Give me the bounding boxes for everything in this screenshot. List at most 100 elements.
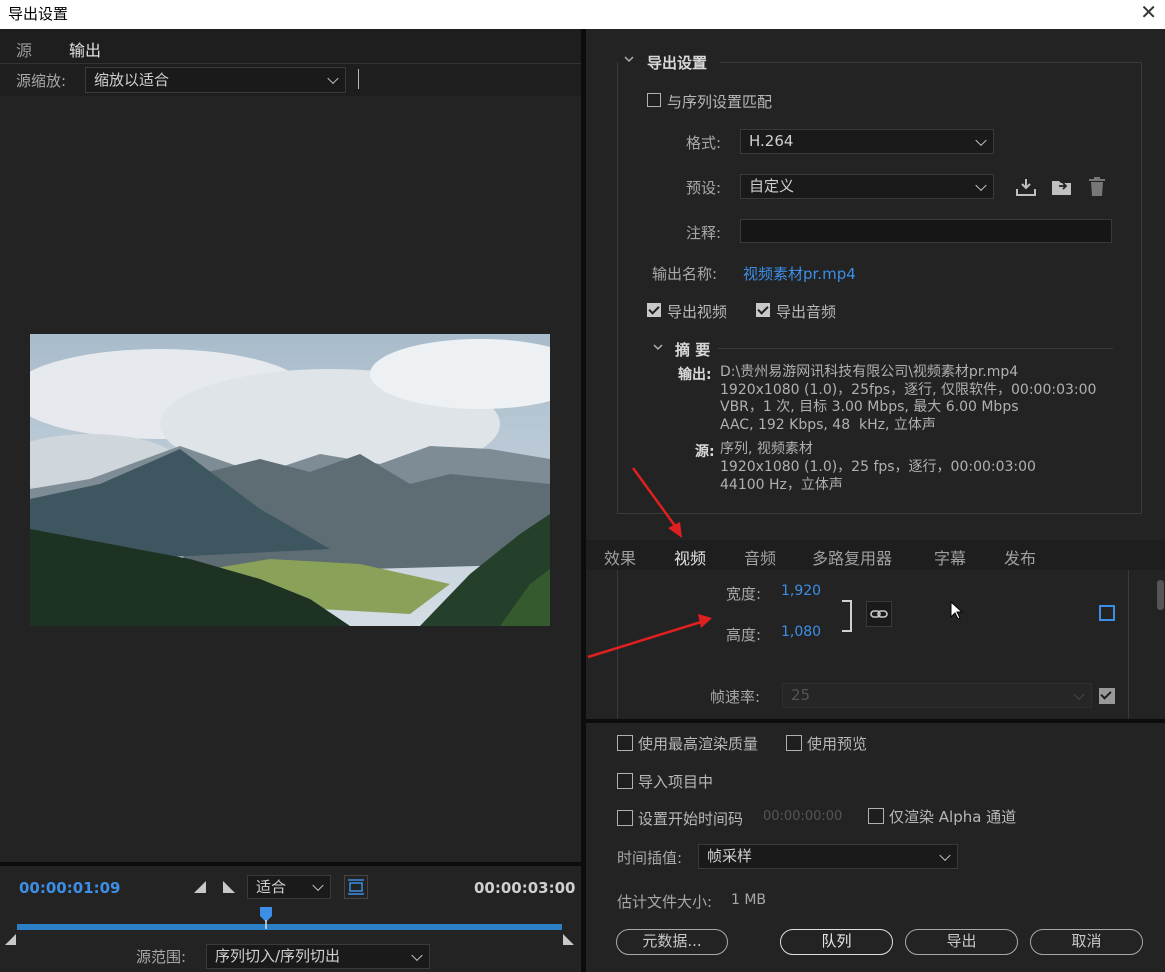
export-audio-checkbox[interactable]	[756, 303, 770, 317]
summary-source-label: 源:	[695, 444, 715, 460]
max-quality-label: 使用最高渲染质量	[638, 735, 759, 753]
render-alpha-label: 仅渲染 Alpha 通道	[889, 808, 1017, 826]
section-divider	[720, 62, 1142, 63]
link-icon[interactable]	[866, 601, 892, 627]
close-icon[interactable]: ✕	[1140, 0, 1157, 24]
tab-output[interactable]: 输出	[69, 37, 102, 65]
queue-button[interactable]: 队列	[780, 929, 893, 955]
output-name-link[interactable]: 视频素材pr.mp4	[743, 263, 856, 284]
height-label: 高度:	[726, 626, 762, 644]
tab-multiplexer[interactable]: 多路复用器	[812, 545, 892, 569]
start-timecode-label: 设置开始时间码	[638, 810, 744, 828]
max-quality-checkbox[interactable]	[617, 735, 633, 751]
output-preview	[30, 334, 550, 626]
chevron-down-icon	[327, 72, 339, 85]
source-range-label: 源范围:	[136, 948, 187, 966]
source-scale-label: 源缩放:	[16, 72, 67, 90]
right-bottom-separator	[586, 719, 1165, 723]
annotation-arrow-to-video-tab	[631, 467, 680, 531]
render-alpha-checkbox[interactable]	[868, 808, 884, 824]
match-sequence-label: 与序列设置匹配	[667, 93, 773, 111]
start-timecode-value: 00:00:00:00	[763, 809, 843, 824]
chevron-down-icon	[1073, 688, 1085, 700]
source-scale-value: 缩放以适合	[94, 71, 170, 89]
file-size-label: 估计文件大小:	[617, 893, 713, 911]
summary-source-line: 1920x1080 (1.0)，25 fps，逐行，00:00:03:00	[720, 459, 1036, 475]
tab-captions[interactable]: 字幕	[934, 545, 966, 569]
comment-label: 注释:	[686, 224, 722, 242]
source-range-dropdown[interactable]: 序列切入/序列切出	[206, 944, 430, 969]
metadata-button[interactable]: 元数据...	[616, 929, 728, 955]
format-dropdown[interactable]: H.264	[740, 129, 994, 154]
use-preview-label: 使用预览	[807, 735, 868, 753]
framerate-dropdown[interactable]: 25	[782, 683, 1092, 708]
settings-scrollbar[interactable]	[1157, 580, 1164, 610]
format-label: 格式:	[686, 134, 722, 152]
import-preset-icon[interactable]	[1015, 177, 1037, 201]
annotation-arrows	[587, 467, 712, 659]
aspect-bracket	[842, 600, 852, 632]
playhead-icon[interactable]	[259, 906, 273, 934]
height-value[interactable]: 1,080	[781, 624, 821, 640]
range-start-handle-icon[interactable]	[5, 932, 17, 950]
text-cursor	[358, 69, 359, 89]
range-end-handle-icon[interactable]	[563, 932, 575, 950]
time-interpolation-value: 帧采样	[707, 847, 753, 865]
export-video-checkbox[interactable]	[647, 303, 661, 317]
export-video-label: 导出视频	[667, 303, 728, 321]
match-sequence-checkbox[interactable]	[647, 93, 661, 107]
framerate-match-checkbox[interactable]	[1099, 688, 1115, 704]
source-scale-dropdown[interactable]: 缩放以适合	[85, 67, 346, 93]
fit-value: 适合	[256, 878, 287, 896]
tab-publish[interactable]: 发布	[1004, 545, 1036, 569]
import-project-checkbox[interactable]	[617, 773, 633, 789]
export-audio-label: 导出音频	[776, 303, 837, 321]
current-timecode[interactable]: 00:00:01:09	[19, 879, 121, 897]
cancel-button[interactable]: 取消	[1030, 929, 1143, 955]
summary-output-line: VBR，1 次, 目标 3.00 Mbps, 最大 6.00 Mbps	[720, 399, 1019, 415]
width-value[interactable]: 1,920	[781, 583, 821, 599]
preview-landscape-image	[30, 334, 550, 626]
mark-in-icon[interactable]	[193, 880, 207, 898]
mark-out-icon[interactable]	[222, 880, 236, 898]
comment-input[interactable]	[740, 219, 1112, 243]
summary-output-line: 1920x1080 (1.0)，25fps，逐行, 仅限软件，00:00:03:…	[720, 381, 1097, 398]
file-size-value: 1 MB	[731, 892, 767, 908]
export-button[interactable]: 导出	[905, 929, 1018, 955]
output-name-label: 输出名称:	[652, 265, 718, 283]
window-title: 导出设置	[8, 5, 69, 23]
width-label: 宽度:	[726, 585, 762, 603]
format-value: H.264	[749, 132, 794, 150]
delete-preset-icon[interactable]	[1087, 176, 1107, 202]
left-bottom-separator	[0, 862, 581, 866]
collapse-chevron-icon[interactable]	[623, 52, 635, 70]
match-source-checkbox[interactable]	[1099, 605, 1115, 621]
timeline-range-bar[interactable]	[17, 924, 562, 930]
fit-dropdown[interactable]: 适合	[247, 875, 331, 899]
summary-output-line: D:\贵州易游网讯科技有限公司\视频素材pr.mp4	[720, 364, 1019, 380]
save-preset-icon[interactable]	[1050, 177, 1074, 201]
chevron-down-icon	[312, 879, 324, 892]
end-timecode: 00:00:03:00	[474, 879, 576, 897]
start-timecode-checkbox[interactable]	[617, 810, 633, 826]
chevron-down-icon	[975, 179, 987, 191]
summary-source-line: 序列, 视频素材	[720, 441, 813, 457]
annotation-arrow-to-height	[587, 620, 702, 659]
summary-title: 摘 要	[675, 341, 711, 359]
summary-output-line: AAC, 192 Kbps, 48 kHz, 立体声	[720, 416, 936, 433]
chevron-down-icon	[975, 134, 987, 146]
summary-collapse-chevron-icon[interactable]	[652, 340, 664, 358]
tab-source[interactable]: 源	[16, 37, 32, 61]
chevron-down-icon	[939, 849, 951, 861]
use-preview-checkbox[interactable]	[786, 735, 802, 751]
preset-dropdown[interactable]: 自定义	[740, 174, 994, 199]
import-project-label: 导入项目中	[638, 773, 714, 791]
title-bar: 导出设置 ✕	[0, 0, 1165, 29]
fit-frame-icon[interactable]	[344, 875, 368, 899]
summary-source-line: 44100 Hz，立体声	[720, 476, 843, 493]
summary-output-label: 输出:	[678, 367, 712, 383]
tab-audio[interactable]: 音频	[744, 545, 776, 569]
source-range-value: 序列切入/序列切出	[215, 947, 341, 965]
export-settings-title[interactable]: 导出设置	[647, 52, 707, 73]
time-interpolation-dropdown[interactable]: 帧采样	[698, 844, 958, 869]
